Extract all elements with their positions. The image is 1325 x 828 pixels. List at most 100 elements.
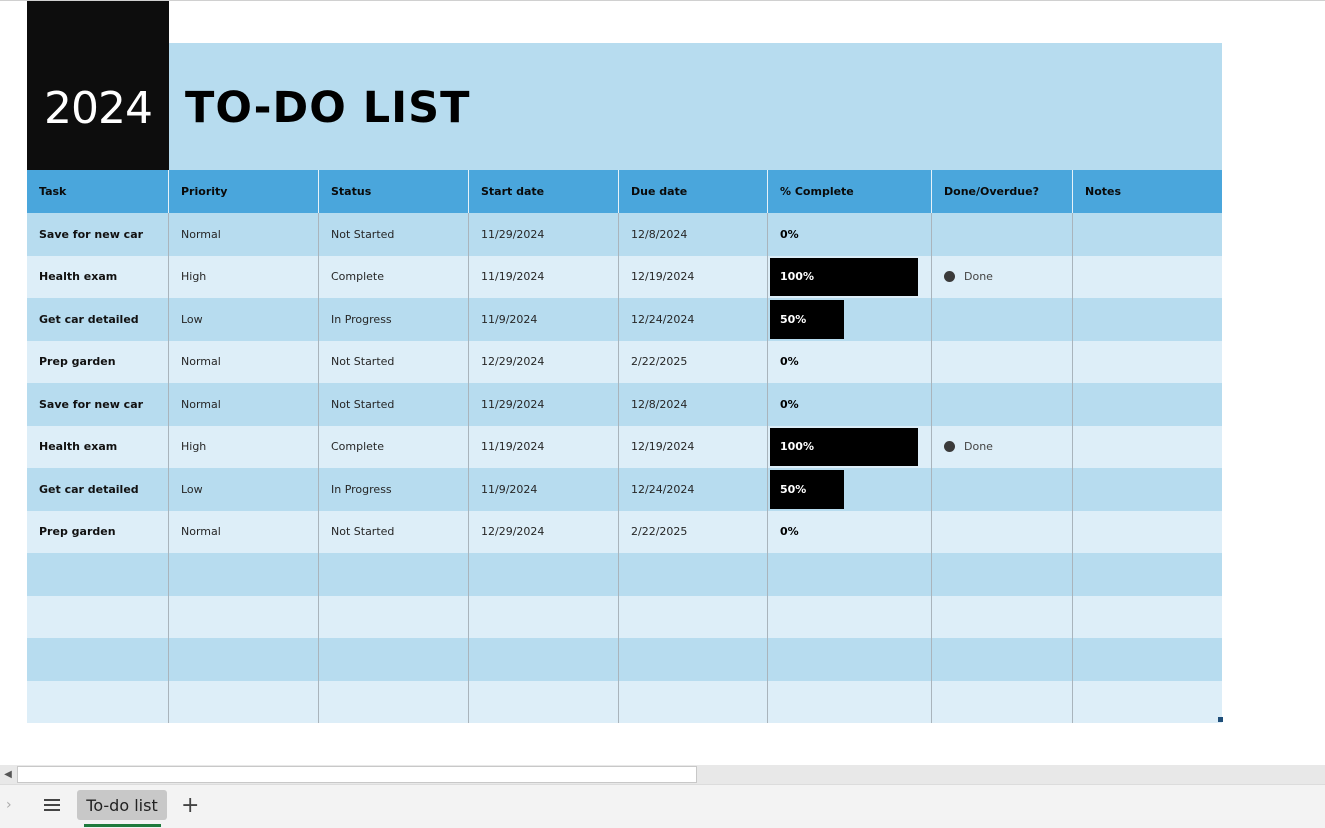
cell-notes[interactable] xyxy=(1073,341,1222,384)
cell-priority[interactable]: High xyxy=(169,425,319,468)
cell-notes[interactable] xyxy=(1073,681,1222,724)
cell-task[interactable] xyxy=(27,638,169,681)
cell-status[interactable]: Complete xyxy=(319,255,469,298)
cell-done[interactable] xyxy=(932,340,1073,383)
cell-start[interactable] xyxy=(469,638,619,681)
cell-percent-complete[interactable] xyxy=(768,553,932,596)
year-cell[interactable]: 2024 xyxy=(27,1,169,170)
sheet-tab-todo-list[interactable]: To-do list xyxy=(77,790,167,820)
cell-done[interactable] xyxy=(932,298,1073,341)
cell-start[interactable]: 11/19/2024 xyxy=(469,425,619,468)
table-resize-handle[interactable] xyxy=(1218,717,1223,722)
cell-due[interactable] xyxy=(619,680,768,723)
cell-notes[interactable] xyxy=(1073,596,1222,639)
column-header-notes[interactable]: Notes xyxy=(1073,170,1222,213)
chevron-right-icon[interactable]: › xyxy=(6,797,12,813)
cell-task[interactable] xyxy=(27,553,169,596)
cell-done[interactable] xyxy=(932,510,1073,553)
cell-status[interactable]: Not Started xyxy=(319,340,469,383)
cell-done[interactable] xyxy=(932,553,1073,596)
title-band[interactable]: TO-DO LIST xyxy=(169,43,1222,170)
plus-icon[interactable]: + xyxy=(181,791,199,821)
cell-status[interactable] xyxy=(319,553,469,596)
cell-status[interactable]: Complete xyxy=(319,425,469,468)
column-header-percent-complete[interactable]: % Complete xyxy=(768,170,932,213)
cell-start[interactable] xyxy=(469,680,619,723)
cell-done[interactable] xyxy=(932,213,1073,256)
cell-due[interactable] xyxy=(619,553,768,596)
cell-due[interactable]: 2/22/2025 xyxy=(619,340,768,383)
cell-status[interactable]: In Progress xyxy=(319,298,469,341)
cell-priority[interactable]: Normal xyxy=(169,213,319,256)
column-header-priority[interactable]: Priority xyxy=(169,170,319,213)
cell-due[interactable]: 2/22/2025 xyxy=(619,510,768,553)
cell-done[interactable] xyxy=(932,638,1073,681)
cell-percent-complete[interactable] xyxy=(768,638,932,681)
column-header-due-date[interactable]: Due date xyxy=(619,170,768,213)
cell-status[interactable]: Not Started xyxy=(319,213,469,256)
cell-notes[interactable] xyxy=(1073,213,1222,256)
cell-percent-complete[interactable]: 50% xyxy=(768,468,932,511)
cell-priority[interactable] xyxy=(169,553,319,596)
cell-priority[interactable]: Low xyxy=(169,468,319,511)
cell-priority[interactable]: Normal xyxy=(169,510,319,553)
cell-start[interactable]: 11/9/2024 xyxy=(469,468,619,511)
cell-done[interactable] xyxy=(932,680,1073,723)
column-header-done-overdue[interactable]: Done/Overdue? xyxy=(932,170,1073,213)
cell-done[interactable]: Done xyxy=(932,255,1073,298)
cell-priority[interactable]: High xyxy=(169,255,319,298)
cell-done[interactable] xyxy=(932,468,1073,511)
cell-notes[interactable] xyxy=(1073,298,1222,341)
cell-status[interactable]: Not Started xyxy=(319,510,469,553)
cell-due[interactable]: 12/24/2024 xyxy=(619,298,768,341)
cell-percent-complete[interactable]: 0% xyxy=(768,510,932,553)
cell-due[interactable]: 12/8/2024 xyxy=(619,213,768,256)
cell-start[interactable]: 11/9/2024 xyxy=(469,298,619,341)
cell-notes[interactable] xyxy=(1073,553,1222,596)
cell-notes[interactable] xyxy=(1073,426,1222,469)
cell-percent-complete[interactable]: 50% xyxy=(768,298,932,341)
cell-task[interactable]: Health exam xyxy=(27,255,169,298)
cell-done[interactable] xyxy=(932,383,1073,426)
cell-task[interactable]: Get car detailed xyxy=(27,298,169,341)
cell-start[interactable]: 11/29/2024 xyxy=(469,383,619,426)
cell-done[interactable] xyxy=(932,595,1073,638)
cell-notes[interactable] xyxy=(1073,638,1222,681)
cell-priority[interactable]: Normal xyxy=(169,340,319,383)
cell-status[interactable]: In Progress xyxy=(319,468,469,511)
cell-percent-complete[interactable] xyxy=(768,595,932,638)
cell-priority[interactable]: Normal xyxy=(169,383,319,426)
cell-percent-complete[interactable]: 0% xyxy=(768,213,932,256)
cell-start[interactable]: 11/29/2024 xyxy=(469,213,619,256)
cell-notes[interactable] xyxy=(1073,511,1222,554)
scrollbar-thumb[interactable] xyxy=(17,766,697,783)
cell-percent-complete[interactable]: 0% xyxy=(768,383,932,426)
column-header-status[interactable]: Status xyxy=(319,170,469,213)
cell-task[interactable]: Save for new car xyxy=(27,383,169,426)
cell-due[interactable]: 12/19/2024 xyxy=(619,425,768,468)
cell-task[interactable]: Prep garden xyxy=(27,340,169,383)
cell-percent-complete[interactable]: 0% xyxy=(768,340,932,383)
cell-due[interactable]: 12/24/2024 xyxy=(619,468,768,511)
cell-status[interactable] xyxy=(319,595,469,638)
cell-start[interactable]: 12/29/2024 xyxy=(469,340,619,383)
cell-task[interactable] xyxy=(27,595,169,638)
cell-task[interactable]: Get car detailed xyxy=(27,468,169,511)
hamburger-icon[interactable] xyxy=(42,796,62,816)
cell-percent-complete[interactable]: 100% xyxy=(768,255,932,298)
cell-due[interactable]: 12/8/2024 xyxy=(619,383,768,426)
cell-notes[interactable] xyxy=(1073,383,1222,426)
cell-due[interactable] xyxy=(619,638,768,681)
cell-start[interactable] xyxy=(469,553,619,596)
cell-task[interactable] xyxy=(27,680,169,723)
cell-task[interactable]: Prep garden xyxy=(27,510,169,553)
cell-status[interactable] xyxy=(319,638,469,681)
cell-start[interactable] xyxy=(469,595,619,638)
cell-start[interactable]: 12/29/2024 xyxy=(469,510,619,553)
horizontal-scrollbar[interactable]: ◀ xyxy=(0,765,1325,784)
cell-priority[interactable] xyxy=(169,595,319,638)
cell-percent-complete[interactable] xyxy=(768,680,932,723)
cell-priority[interactable]: Low xyxy=(169,298,319,341)
cell-priority[interactable] xyxy=(169,638,319,681)
cell-notes[interactable] xyxy=(1073,256,1222,299)
